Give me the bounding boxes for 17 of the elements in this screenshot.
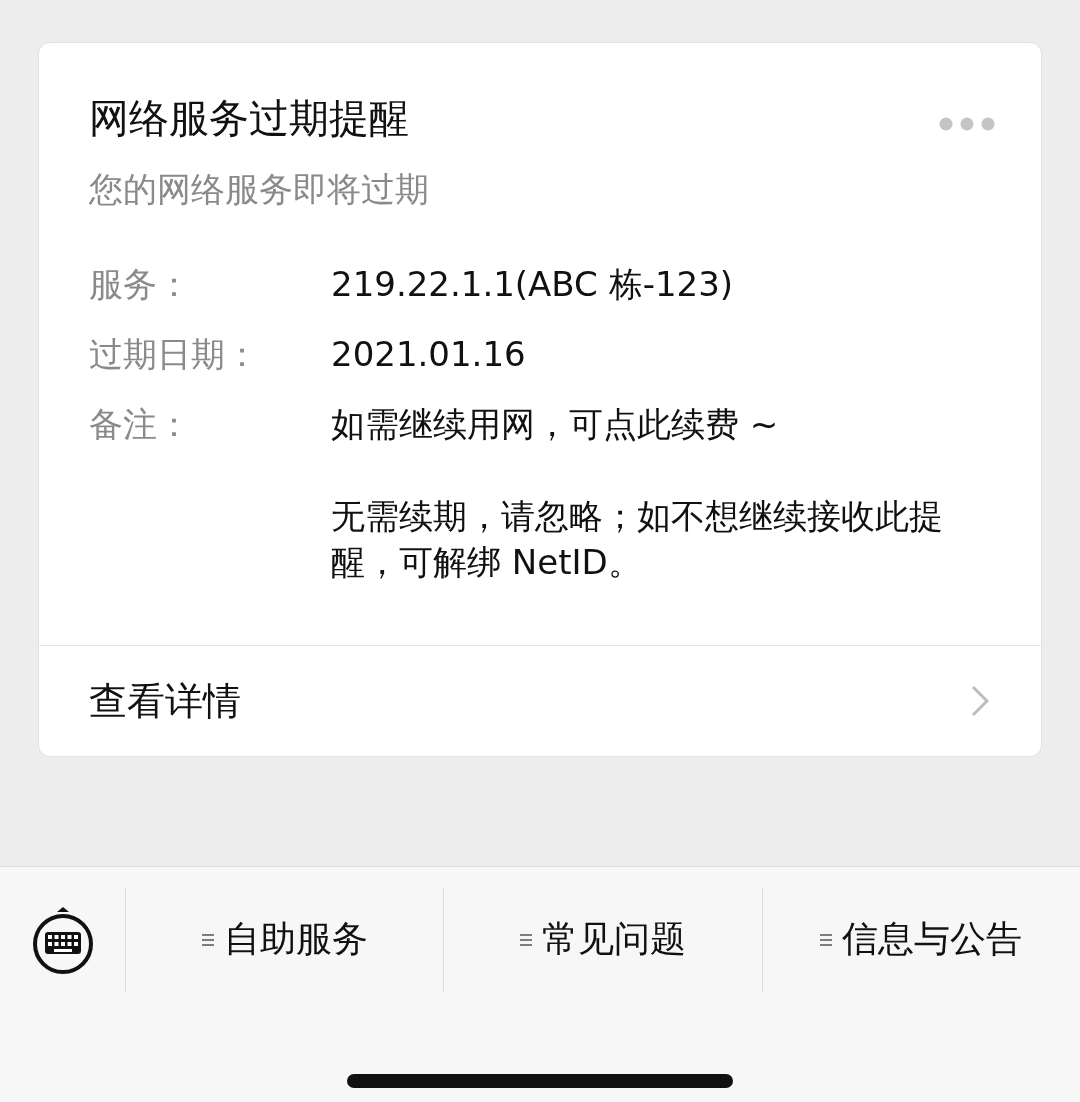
field-value: 2021.01.16 [331, 333, 527, 376]
menu-button[interactable]: 信息与公告 [761, 887, 1080, 992]
field-label: 过期日期： [89, 333, 260, 376]
menu-icon [520, 932, 532, 947]
details-link[interactable]: 查看详情 [39, 645, 1041, 756]
field-value: 219.22.1.1(ABC 栋-123) [331, 263, 735, 306]
card-subtitle: 您的网络服务即将过期 [89, 168, 429, 211]
menu-button[interactable]: 常见问题 [443, 887, 762, 992]
card-title: 网络服务过期提醒 [89, 94, 409, 143]
menu-button[interactable]: 自助服务 [125, 887, 444, 992]
field-label: 备注： [89, 403, 192, 446]
menu-icon [201, 932, 214, 947]
field-label: 服务： [89, 263, 192, 306]
field-value: 无需续期，请忽略；如不想继续接收此提醒，可解绑 NetID。 [331, 495, 944, 584]
chevron-right-icon [971, 685, 989, 717]
field-value: 如需继续用网，可点此续费 ~ [331, 403, 780, 446]
menu-icon [820, 932, 833, 947]
